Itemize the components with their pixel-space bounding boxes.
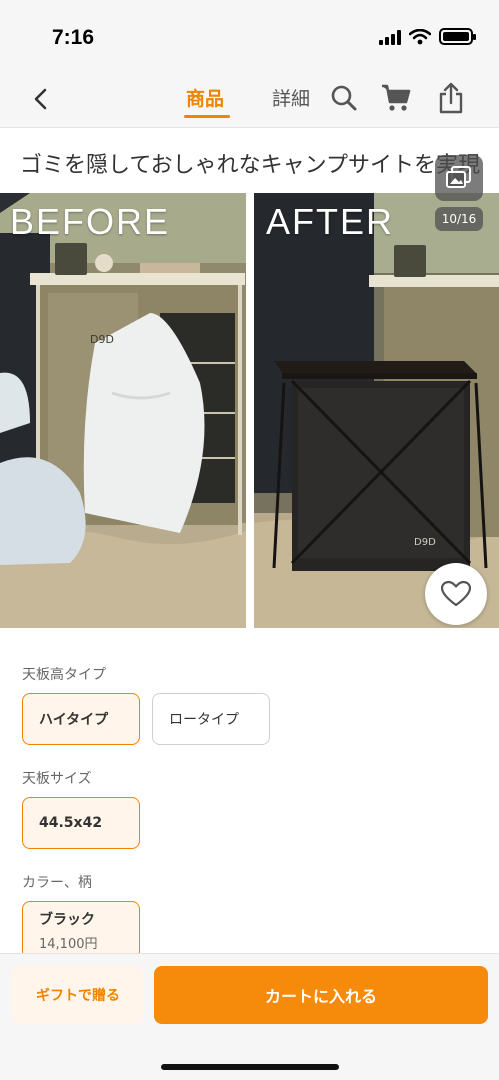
- option-low-type[interactable]: ロータイプ: [152, 693, 270, 745]
- option-color-black[interactable]: ブラック 14,100円: [22, 901, 140, 953]
- image-gallery[interactable]: D9D BEFORE D9D AFTER: [0, 193, 499, 628]
- nav-bar: 商品 詳細: [0, 72, 499, 128]
- svg-text:D9D: D9D: [414, 537, 436, 548]
- product-title-bar: ゴミを隠しておしゃれなキャンプサイトを実現: [0, 137, 499, 193]
- search-icon: [331, 85, 357, 111]
- color-label: カラー、柄: [22, 875, 92, 891]
- chevron-left-icon: [34, 88, 47, 110]
- before-photo: D9D BEFORE: [0, 193, 246, 628]
- option-low-type-text: ロータイプ: [169, 712, 239, 728]
- status-time: 7:16: [52, 26, 95, 49]
- gift-button[interactable]: ギフトで贈る: [12, 966, 144, 1024]
- product-title: ゴミを隠しておしゃれなキャンプサイトを実現: [20, 153, 481, 178]
- signal-icon: [379, 29, 401, 45]
- favorite-button[interactable]: [425, 563, 487, 625]
- home-indicator[interactable]: [161, 1064, 339, 1070]
- gallery-view-button[interactable]: [435, 155, 483, 201]
- wifi-icon: [409, 28, 431, 44]
- after-label: AFTER: [266, 201, 395, 242]
- share-button[interactable]: [433, 80, 469, 116]
- share-icon: [439, 82, 463, 114]
- heart-icon: [441, 581, 471, 607]
- before-label: BEFORE: [10, 201, 171, 242]
- add-to-cart-button[interactable]: カートに入れる: [154, 966, 488, 1024]
- cart-icon: [382, 84, 411, 111]
- image-gallery-icon: [446, 166, 471, 188]
- tab-detail[interactable]: 詳細: [272, 84, 310, 111]
- status-icons: [379, 28, 476, 45]
- option-size[interactable]: 44.5x42: [22, 797, 140, 849]
- battery-icon: [439, 28, 476, 45]
- options-panel: 天板高タイプ ハイタイプ ロータイプ 天板サイズ 44.5x42 カラー、柄 ブ…: [0, 628, 499, 953]
- cart-button[interactable]: [378, 80, 414, 116]
- option-high-type[interactable]: ハイタイプ: [22, 693, 140, 745]
- search-button[interactable]: [326, 80, 362, 116]
- option-size-text: 44.5x42: [39, 815, 103, 831]
- size-label: 天板サイズ: [22, 771, 92, 787]
- option-color-price: 14,100円: [39, 936, 98, 952]
- option-high-type-text: ハイタイプ: [39, 712, 109, 728]
- height-type-label: 天板高タイプ: [22, 667, 106, 683]
- back-button[interactable]: [24, 82, 58, 116]
- svg-text:D9D: D9D: [90, 333, 114, 346]
- image-counter: 10/16: [435, 207, 483, 231]
- option-color-name: ブラック: [39, 911, 95, 928]
- active-tab-indicator: [184, 115, 230, 118]
- status-bar: 7:16: [0, 0, 499, 72]
- tab-product[interactable]: 商品: [186, 84, 224, 111]
- bottom-action-bar: ギフトで贈る カートに入れる: [0, 953, 499, 1080]
